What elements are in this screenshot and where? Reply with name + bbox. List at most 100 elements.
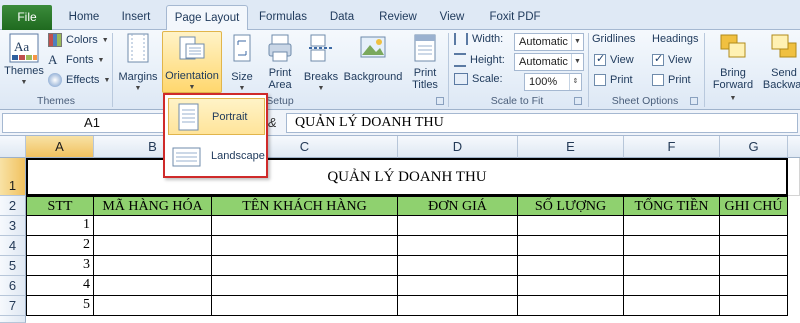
stt-cell[interactable]: 3: [26, 256, 94, 276]
table-cell[interactable]: [624, 296, 720, 316]
stt-cell[interactable]: 1: [26, 216, 94, 236]
title-cell[interactable]: QUẢN LÝ DOANH THU: [26, 158, 788, 196]
margins-button[interactable]: Margins ▼: [116, 33, 160, 95]
gridlines-print-checkbox[interactable]: Print: [594, 74, 633, 86]
table-cell[interactable]: [624, 216, 720, 236]
table-header-cell[interactable]: TÊN KHÁCH HÀNG: [212, 196, 398, 216]
table-header-cell[interactable]: TỔNG TIỀN: [624, 196, 720, 216]
table-header-cell[interactable]: GHI CHÚ: [720, 196, 788, 216]
table-cell[interactable]: [212, 296, 398, 316]
tab-view[interactable]: View: [430, 5, 474, 30]
column-header-f[interactable]: F: [624, 136, 720, 158]
table-cell[interactable]: [720, 256, 788, 276]
formula-input[interactable]: QUẢN LÝ DOANH THU: [286, 113, 798, 133]
page-setup-dialog-launcher[interactable]: [436, 97, 444, 105]
sheet-options-dialog-launcher[interactable]: [690, 97, 698, 105]
table-cell[interactable]: [94, 236, 212, 256]
bring-forward-button[interactable]: Bring Forward ▼: [708, 33, 758, 105]
table-cell[interactable]: [720, 296, 788, 316]
headings-view-checkbox[interactable]: View: [652, 52, 692, 66]
tab-insert[interactable]: Insert: [110, 5, 162, 30]
row-header-1[interactable]: 1: [0, 158, 26, 196]
tab-review[interactable]: Review: [372, 5, 424, 30]
column-header-h[interactable]: [788, 136, 800, 158]
table-cell[interactable]: [518, 296, 624, 316]
table-header-cell[interactable]: SỐ LƯỢNG: [518, 196, 624, 216]
print-area-icon: [267, 33, 293, 63]
table-cell[interactable]: [398, 296, 518, 316]
table-cell[interactable]: [94, 256, 212, 276]
scale-spinner[interactable]: 100% ⇕: [524, 73, 582, 91]
table-cell[interactable]: [788, 158, 800, 196]
table-cell[interactable]: [518, 216, 624, 236]
row-header-6[interactable]: 6: [0, 276, 26, 296]
headings-print-checkbox[interactable]: Print: [652, 74, 691, 86]
breaks-button[interactable]: Breaks ▼: [302, 33, 340, 95]
column-header-e[interactable]: E: [518, 136, 624, 158]
size-button[interactable]: Size ▼: [226, 33, 258, 95]
themes-button[interactable]: Aa Themes ▼: [4, 33, 44, 89]
table-header-cell[interactable]: MÃ HÀNG HÓA: [94, 196, 212, 216]
scale-to-fit-dialog-launcher[interactable]: [574, 97, 582, 105]
table-cell[interactable]: [212, 276, 398, 296]
height-select[interactable]: Automatic ▼: [514, 53, 584, 71]
table-header-cell[interactable]: STT: [26, 196, 94, 216]
tab-home[interactable]: Home: [60, 5, 108, 30]
table-cell[interactable]: [212, 256, 398, 276]
stt-cell[interactable]: 5: [26, 296, 94, 316]
table-cell[interactable]: [624, 236, 720, 256]
table-cell[interactable]: [398, 216, 518, 236]
tab-file[interactable]: File: [2, 5, 52, 30]
menu-item-portrait[interactable]: Portrait: [168, 98, 265, 135]
column-header-g[interactable]: G: [720, 136, 788, 158]
stt-cell[interactable]: 2: [26, 236, 94, 256]
stt-cell[interactable]: 4: [26, 276, 94, 296]
table-header-cell[interactable]: ĐƠN GIÁ: [398, 196, 518, 216]
chevron-down-icon: ▼: [20, 79, 28, 86]
row-header-4[interactable]: 4: [0, 236, 26, 256]
width-select[interactable]: Automatic ▼: [514, 33, 584, 51]
table-cell[interactable]: [212, 236, 398, 256]
insert-function-icon[interactable]: &: [268, 113, 286, 133]
tab-formulas[interactable]: Formulas: [252, 5, 314, 30]
row-header-2[interactable]: 2: [0, 196, 26, 216]
row-header-7[interactable]: 7: [0, 296, 26, 316]
table-cell[interactable]: [212, 216, 398, 236]
table-cell[interactable]: [720, 216, 788, 236]
table-cell[interactable]: [720, 236, 788, 256]
row-header-8[interactable]: [0, 316, 26, 323]
table-cell[interactable]: [518, 256, 624, 276]
table-cell[interactable]: [94, 296, 212, 316]
table-cell[interactable]: [518, 276, 624, 296]
table-cell[interactable]: [624, 256, 720, 276]
table-cell[interactable]: [398, 276, 518, 296]
name-box[interactable]: A1: [2, 113, 182, 133]
table-cell[interactable]: [94, 216, 212, 236]
tab-foxit-pdf[interactable]: Foxit PDF: [480, 5, 550, 30]
table-cell[interactable]: [720, 276, 788, 296]
orientation-button[interactable]: Orientation ▼: [162, 31, 222, 93]
table-cell[interactable]: [94, 276, 212, 296]
tab-data[interactable]: Data: [320, 5, 364, 30]
table-cell[interactable]: [398, 256, 518, 276]
print-area-button[interactable]: Print Area: [262, 33, 298, 91]
colors-button[interactable]: Colors ▼: [48, 33, 109, 47]
tab-page-layout[interactable]: Page Layout: [166, 5, 248, 31]
background-button[interactable]: Background: [342, 33, 404, 83]
send-backward-button[interactable]: Send Backwar: [760, 33, 800, 91]
menu-item-landscape[interactable]: Landscape: [168, 138, 265, 175]
effects-button[interactable]: Effects ▼: [48, 73, 110, 87]
row-header-3[interactable]: 3: [0, 216, 26, 236]
select-all-corner[interactable]: [0, 136, 26, 158]
table-cell[interactable]: [398, 236, 518, 256]
gridlines-view-checkbox[interactable]: View: [594, 52, 634, 66]
print-titles-button[interactable]: Print Titles: [406, 33, 444, 91]
column-header-d[interactable]: D: [398, 136, 518, 158]
fonts-button[interactable]: A Fonts ▼: [48, 53, 104, 67]
table-cell[interactable]: [518, 236, 624, 256]
table-cell[interactable]: [624, 276, 720, 296]
orientation-dropdown-menu: Portrait Landscape: [163, 93, 268, 178]
column-header-a[interactable]: A: [26, 136, 94, 158]
effects-label: Effects: [66, 74, 100, 86]
row-header-5[interactable]: 5: [0, 256, 26, 276]
